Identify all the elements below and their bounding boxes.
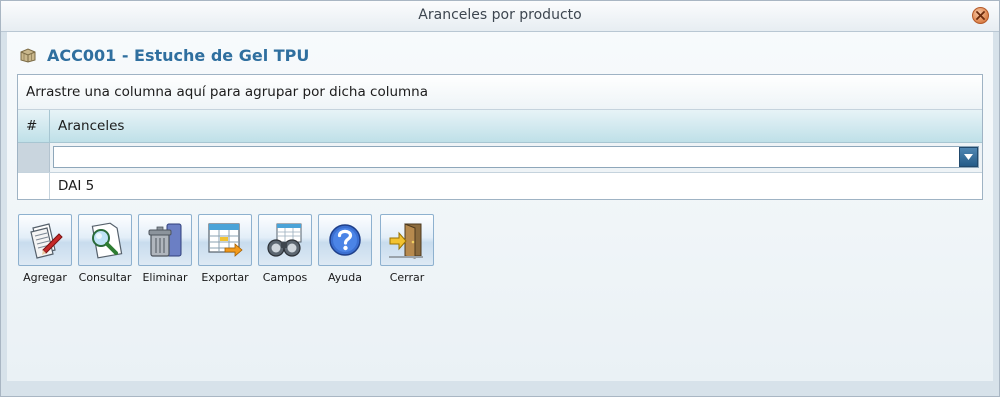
delete-tool: Eliminar — [137, 214, 193, 284]
aranceles-filter-input[interactable] — [53, 146, 979, 168]
exit-button[interactable] — [380, 214, 434, 266]
box-icon — [20, 48, 36, 63]
add-tool: Agregar — [17, 214, 73, 284]
fields-tool: Campos — [257, 214, 313, 284]
aranceles-grid: Arrastre una columna aquí para agrupar p… — [17, 74, 983, 200]
table-row[interactable]: DAI 5 — [18, 173, 982, 199]
add-label: Agregar — [23, 271, 67, 284]
close-button[interactable] — [972, 7, 989, 24]
exit-label: Cerrar — [389, 271, 425, 284]
export-button[interactable] — [198, 214, 252, 266]
export-tool: Exportar — [197, 214, 253, 284]
trash-can-icon — [148, 223, 182, 257]
query-label: Consultar — [78, 271, 132, 284]
grid-header-row: # Aranceles — [18, 110, 982, 143]
help-tool: Ayuda — [317, 214, 373, 284]
close-icon — [976, 11, 985, 20]
group-by-panel[interactable]: Arrastre una columna aquí para agrupar p… — [18, 75, 982, 110]
column-header-aranceles[interactable]: Aranceles — [50, 110, 982, 142]
dialog-window: Aranceles por producto ACC001 - Estuche … — [0, 0, 1000, 397]
help-label: Ayuda — [328, 271, 362, 284]
close-tool: Cerrar — [379, 214, 435, 284]
add-button[interactable] — [18, 214, 72, 266]
spreadsheet-export-icon — [208, 223, 243, 257]
page-title: ACC001 - Estuche de Gel TPU — [47, 45, 310, 65]
help-icon — [329, 224, 361, 256]
product-heading: ACC001 - Estuche de Gel TPU — [19, 44, 309, 66]
title-bar[interactable]: Aranceles por producto — [1, 1, 999, 32]
magnifier-document-icon — [91, 222, 123, 259]
filter-cell-aranceles — [50, 143, 982, 172]
filter-row — [18, 143, 982, 173]
chevron-down-icon — [964, 154, 973, 160]
arancel-cell[interactable]: DAI 5 — [50, 173, 982, 199]
fields-button[interactable] — [258, 214, 312, 266]
filter-row-indicator — [18, 143, 50, 172]
dialog-content: ACC001 - Estuche de Gel TPU Arrastre una… — [7, 32, 993, 381]
export-label: Exportar — [201, 271, 249, 284]
help-button[interactable] — [318, 214, 372, 266]
delete-button[interactable] — [138, 214, 192, 266]
query-tool: Consultar — [77, 214, 133, 284]
fields-label: Campos — [262, 271, 308, 284]
column-header-number[interactable]: # — [18, 110, 50, 142]
delete-label: Eliminar — [142, 271, 188, 284]
query-button[interactable] — [78, 214, 132, 266]
add-document-icon — [30, 223, 63, 259]
row-number-cell — [18, 173, 50, 199]
filter-dropdown-button[interactable] — [959, 147, 978, 167]
binoculars-icon — [267, 223, 302, 257]
window-title: Aranceles por producto — [418, 7, 582, 23]
exit-door-icon — [389, 223, 423, 259]
